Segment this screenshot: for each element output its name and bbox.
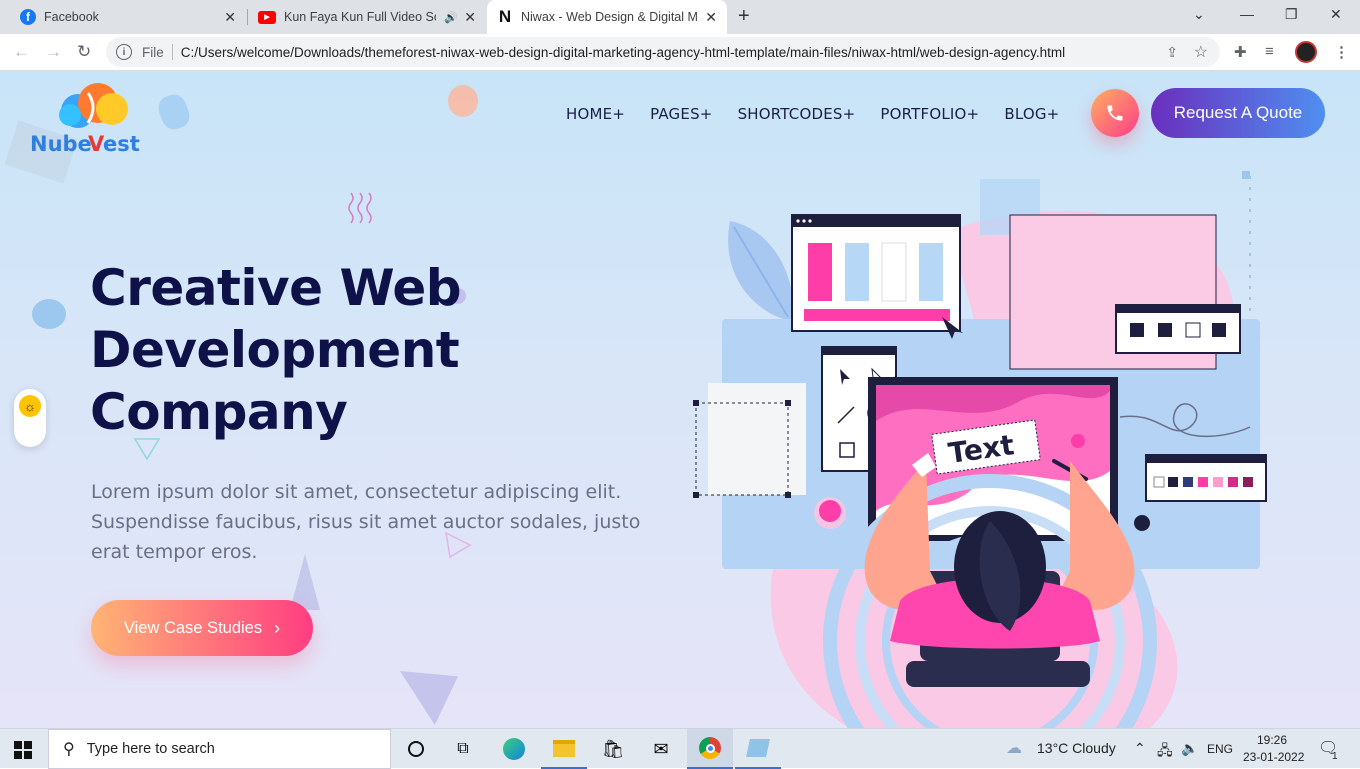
theme-toggle[interactable]: ☼ bbox=[14, 389, 46, 447]
niwax-icon: N bbox=[498, 7, 512, 26]
nav-shortcodes[interactable]: SHORTCODES+ bbox=[738, 105, 856, 123]
restore-button[interactable]: ❐ bbox=[1285, 6, 1298, 23]
cloud-icon: ☁ bbox=[1006, 740, 1022, 757]
notification-count: 1 bbox=[1332, 751, 1338, 762]
cortana-button[interactable] bbox=[393, 729, 439, 769]
tab-search-icon[interactable]: ⌄ bbox=[1193, 6, 1205, 23]
profile-avatar[interactable] bbox=[1295, 41, 1317, 63]
phone-call-button[interactable] bbox=[1091, 89, 1139, 137]
chevron-up-icon[interactable]: ⌃ bbox=[1134, 740, 1146, 757]
phone-icon bbox=[1107, 105, 1123, 121]
cta-label: View Case Studies bbox=[123, 618, 263, 637]
chrome-icon[interactable] bbox=[687, 729, 733, 769]
back-button[interactable]: ← bbox=[13, 42, 30, 62]
search-placeholder: Type here to search bbox=[86, 741, 215, 757]
store-icon[interactable]: 🛍 bbox=[590, 729, 636, 769]
forward-button[interactable]: → bbox=[45, 42, 62, 62]
main-navigation: HOME+ PAGES+ SHORTCODES+ PORTFOLIO+ BLOG… bbox=[566, 105, 1059, 123]
speaker-icon[interactable]: 🔊 bbox=[444, 11, 458, 24]
tab-strip: f Facebook ✕ ▶ Kun Faya Kun Full Video S… bbox=[0, 0, 1360, 34]
edge-icon[interactable] bbox=[491, 729, 537, 769]
browser-toolbar: ← → ↻ i File C:/Users/welcome/Downloads/… bbox=[0, 34, 1360, 71]
info-icon[interactable]: i bbox=[116, 44, 132, 60]
nav-blog[interactable]: BLOG+ bbox=[1004, 105, 1059, 123]
url-text[interactable]: C:/Users/welcome/Downloads/themeforest-n… bbox=[181, 45, 1065, 60]
language-indicator[interactable]: ENG bbox=[1207, 742, 1233, 756]
nav-home[interactable]: HOME+ bbox=[566, 105, 625, 123]
clock-date[interactable]: 23-01-2022 bbox=[1243, 750, 1304, 764]
close-tab-icon[interactable]: ✕ bbox=[464, 9, 476, 26]
address-bar[interactable]: i File C:/Users/welcome/Downloads/themef… bbox=[106, 37, 1220, 67]
clock-time[interactable]: 19:26 bbox=[1257, 733, 1287, 747]
network-icon[interactable]: 🖧 bbox=[1157, 740, 1173, 764]
sun-icon: ☼ bbox=[19, 395, 41, 417]
close-tab-icon[interactable]: ✕ bbox=[705, 9, 717, 26]
mail-icon[interactable]: ✉ bbox=[638, 729, 684, 769]
nubevest-logo[interactable]: Nube V est bbox=[28, 79, 158, 157]
windows-taskbar: ⚲ Type here to search ⧉ 🛍 ✉ ☁ 13°C Cloud… bbox=[0, 728, 1360, 769]
deco-shape bbox=[400, 671, 458, 725]
web-page: Nube V est HOME+ PAGES+ SHORTCODES+ PORT… bbox=[0, 71, 1360, 728]
reload-button[interactable]: ↻ bbox=[77, 42, 91, 62]
share-icon[interactable]: ⇪ bbox=[1166, 44, 1178, 61]
taskbar-search-box[interactable]: ⚲ Type here to search bbox=[48, 729, 391, 769]
youtube-icon: ▶ bbox=[258, 10, 276, 24]
volume-icon[interactable]: 🔈 bbox=[1181, 740, 1198, 757]
svg-text:est: est bbox=[103, 132, 140, 156]
new-tab-button[interactable]: + bbox=[738, 5, 750, 28]
tab-title: Facebook bbox=[44, 10, 99, 24]
hero-title: Creative Web Development Company bbox=[90, 259, 462, 441]
nav-pages[interactable]: PAGES+ bbox=[650, 105, 712, 123]
menu-kebab-icon[interactable]: ⋮ bbox=[1334, 43, 1349, 61]
deco-shape bbox=[155, 91, 193, 133]
deco-shape bbox=[448, 85, 478, 117]
tab-title: Niwax - Web Design & Digital Ma bbox=[521, 10, 697, 24]
view-case-studies-button[interactable]: View Case Studies › bbox=[91, 600, 313, 656]
search-icon: ⚲ bbox=[63, 741, 75, 758]
notepad-icon[interactable] bbox=[735, 729, 781, 769]
media-control-icon[interactable]: ≡ bbox=[1265, 43, 1274, 60]
bookmark-star-icon[interactable]: ☆ bbox=[1194, 42, 1208, 62]
facebook-icon: f bbox=[20, 9, 36, 25]
wave-lines-decoration bbox=[348, 192, 372, 224]
minimize-button[interactable]: — bbox=[1240, 6, 1254, 22]
web-designer-illustration: Text bbox=[693, 171, 1267, 728]
windows-start-icon[interactable] bbox=[14, 741, 32, 759]
extensions-icon[interactable]: ✚ bbox=[1234, 43, 1247, 61]
tab-niwax[interactable]: N Niwax - Web Design & Digital Ma ✕ bbox=[487, 0, 727, 34]
hero-description: Lorem ipsum dolor sit amet, consectetur … bbox=[91, 481, 641, 563]
svg-text:Nube: Nube bbox=[30, 132, 92, 156]
chevron-right-icon: › bbox=[274, 617, 281, 638]
file-explorer-icon[interactable] bbox=[541, 729, 587, 769]
close-window-button[interactable]: ✕ bbox=[1330, 6, 1342, 23]
request-quote-button[interactable]: Request A Quote bbox=[1151, 88, 1325, 138]
deco-shape bbox=[32, 299, 66, 329]
weather-text[interactable]: 13°C Cloudy bbox=[1037, 740, 1116, 756]
nav-portfolio[interactable]: PORTFOLIO+ bbox=[880, 105, 979, 123]
task-view-icon[interactable]: ⧉ bbox=[440, 729, 486, 769]
tab-youtube[interactable]: ▶ Kun Faya Kun Full Video Song 🔊 ✕ bbox=[248, 0, 486, 34]
close-tab-icon[interactable]: ✕ bbox=[224, 9, 236, 26]
scheme-label: File bbox=[142, 44, 164, 60]
tab-facebook[interactable]: f Facebook ✕ bbox=[0, 0, 246, 34]
tab-title: Kun Faya Kun Full Video Song bbox=[284, 10, 436, 24]
